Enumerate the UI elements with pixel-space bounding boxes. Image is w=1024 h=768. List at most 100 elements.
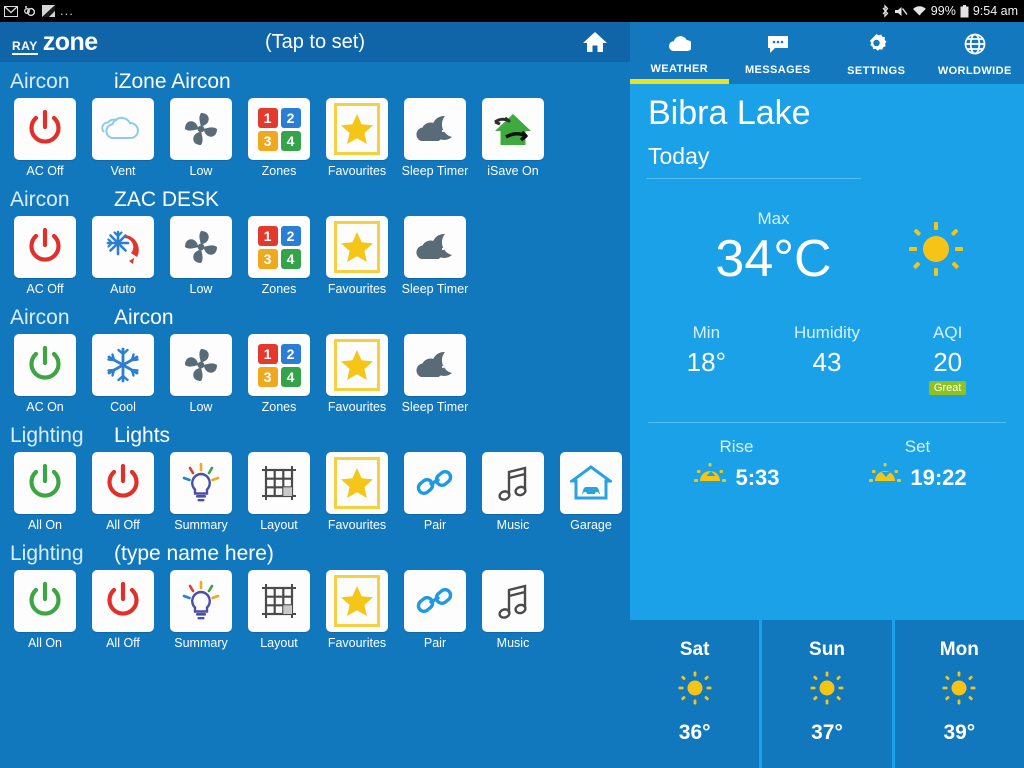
tile-label: Pair <box>423 636 447 650</box>
group-type: Lighting <box>10 542 84 565</box>
control-tile[interactable]: Favourites <box>320 334 394 414</box>
tile-icon-box[interactable] <box>14 98 76 160</box>
tile-icon-box[interactable] <box>14 216 76 278</box>
control-tile[interactable]: Summary <box>164 570 238 650</box>
control-tile[interactable]: Music <box>476 570 550 650</box>
control-tile[interactable]: AC Off <box>8 98 82 178</box>
control-group: Aircon ZAC DESK AC Off Auto Low 1 2 3 4 Zones Favo… <box>0 180 630 298</box>
tab-weather[interactable]: WEATHER <box>630 22 729 84</box>
control-tile[interactable]: Sleep Timer <box>398 98 472 178</box>
tile-icon-box[interactable] <box>326 570 388 632</box>
forecast-card[interactable]: Sun 37° <box>762 620 892 768</box>
control-group: Lighting Lights All On All Off Summary Layout… <box>0 416 630 534</box>
control-tile[interactable]: Low <box>164 216 238 296</box>
control-tile[interactable]: Low <box>164 98 238 178</box>
tab-messages[interactable]: MESSAGES <box>729 22 828 84</box>
tile-label: AC Off <box>26 164 64 178</box>
group-name[interactable]: ZAC DESK <box>114 188 219 212</box>
tile-icon-box[interactable] <box>170 216 232 278</box>
control-tile[interactable]: Sleep Timer <box>398 334 472 414</box>
control-tile[interactable]: All On <box>8 452 82 532</box>
tile-icon-box[interactable]: 1234 <box>248 98 310 160</box>
tile-icon-box[interactable] <box>248 570 310 632</box>
control-tile[interactable]: 1 2 3 4 Zones <box>242 334 316 414</box>
tile-icon-box[interactable] <box>92 334 154 396</box>
power-off-icon <box>107 463 139 498</box>
control-tile[interactable]: Favourites <box>320 98 394 178</box>
tile-icon-box[interactable]: 1234 <box>248 216 310 278</box>
tile-icon-box[interactable] <box>326 334 388 396</box>
control-tile[interactable]: All Off <box>86 452 160 532</box>
control-tile[interactable]: Garage <box>554 452 628 532</box>
group-name[interactable]: Lights <box>114 424 170 448</box>
control-tile[interactable]: Favourites <box>320 452 394 532</box>
control-tile[interactable]: AC On <box>8 334 82 414</box>
control-tile[interactable]: Layout <box>242 452 316 532</box>
tab-settings[interactable]: SETTINGS <box>827 22 926 84</box>
group-type: Aircon <box>10 188 70 211</box>
control-tile[interactable]: iSave On <box>476 98 550 178</box>
tab-label: MESSAGES <box>744 63 811 76</box>
tile-icon-box[interactable]: 1234 <box>248 334 310 396</box>
tab-worldwide[interactable]: WORLDWIDE <box>926 22 1024 84</box>
control-tile[interactable]: Music <box>476 452 550 532</box>
control-tile[interactable]: Low <box>164 334 238 414</box>
tile-icon-box[interactable] <box>92 216 154 278</box>
tile-label: All Off <box>106 636 140 650</box>
tile-icon-box[interactable] <box>482 570 544 632</box>
tile-icon-box[interactable] <box>482 98 544 160</box>
group-name[interactable]: Aircon <box>114 306 174 330</box>
control-tile[interactable]: Summary <box>164 452 238 532</box>
tile-icon-box[interactable] <box>560 452 622 514</box>
tile-icon-box[interactable] <box>404 334 466 396</box>
tile-icon-box[interactable] <box>248 452 310 514</box>
moon-cloud-icon <box>416 115 452 141</box>
zone-cell-3: 3 <box>257 366 278 387</box>
control-tile[interactable]: Auto <box>86 216 160 296</box>
group-name[interactable]: iZone Aircon <box>114 70 231 94</box>
sun-times: Rise 5:33 Set 19:22 <box>646 423 1008 492</box>
tile-icon-box[interactable] <box>14 334 76 396</box>
tile-icon-box[interactable] <box>404 98 466 160</box>
control-tile[interactable]: All On <box>8 570 82 650</box>
lightbulb-icon <box>182 462 220 502</box>
control-tile[interactable]: AC Off <box>8 216 82 296</box>
tile-icon-box[interactable] <box>482 452 544 514</box>
tile-icon-box[interactable] <box>170 334 232 396</box>
control-tile[interactable]: Favourites <box>320 216 394 296</box>
control-tile[interactable]: Sleep Timer <box>398 216 472 296</box>
forecast-card[interactable]: Sat 36° <box>630 620 760 768</box>
tile-icon-box[interactable] <box>14 570 76 632</box>
tile-icon-box[interactable] <box>326 216 388 278</box>
tile-icon-box[interactable] <box>92 570 154 632</box>
control-tile[interactable]: Cool <box>86 334 160 414</box>
tile-icon-box[interactable] <box>92 98 154 160</box>
tile-icon-box[interactable] <box>170 98 232 160</box>
tab-label: SETTINGS <box>847 64 906 77</box>
group-name[interactable]: (type name here) <box>114 542 274 566</box>
control-tile[interactable]: Vent <box>86 98 160 178</box>
control-tile[interactable]: 1 2 3 4 Zones <box>242 98 316 178</box>
tile-icon-box[interactable] <box>92 452 154 514</box>
tile-icon-box[interactable] <box>14 452 76 514</box>
forecast-card[interactable]: Mon 39° <box>894 620 1024 768</box>
tile-icon-box[interactable] <box>404 216 466 278</box>
home-icon[interactable] <box>582 29 608 55</box>
tile-icon-box[interactable] <box>170 452 232 514</box>
tile-label: iSave On <box>487 164 539 178</box>
control-tile[interactable]: All Off <box>86 570 160 650</box>
forecast-day: Sun <box>809 638 845 660</box>
forecast-day: Mon <box>939 638 979 660</box>
tile-row: All On All Off Summary Layout Favourites Pair… <box>0 570 630 650</box>
tile-icon-box[interactable] <box>404 452 466 514</box>
tile-icon-box[interactable] <box>326 452 388 514</box>
control-tile[interactable]: Pair <box>398 570 472 650</box>
control-tile[interactable]: Favourites <box>320 570 394 650</box>
control-tile[interactable]: Layout <box>242 570 316 650</box>
control-tile[interactable]: Pair <box>398 452 472 532</box>
tile-icon-box[interactable] <box>326 98 388 160</box>
control-tile[interactable]: 1 2 3 4 Zones <box>242 216 316 296</box>
tile-icon-box[interactable] <box>170 570 232 632</box>
star-icon <box>334 221 380 273</box>
tile-icon-box[interactable] <box>404 570 466 632</box>
